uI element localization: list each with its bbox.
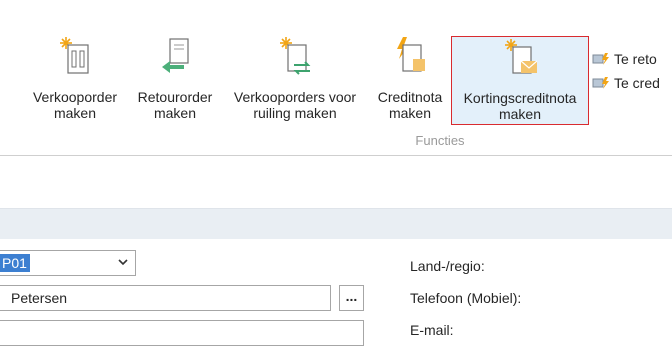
chevron-down-icon (118, 259, 128, 266)
small-button-return[interactable]: Te reto (592, 47, 660, 71)
ribbon-small-buttons: Te reto Te cred (592, 47, 660, 95)
new-document-icon (60, 37, 89, 74)
ribbon: Verkooporder maken Retourorder maken Verko… (0, 7, 672, 156)
code-select[interactable]: P01 (0, 250, 136, 276)
small-button-credit[interactable]: Te cred (592, 71, 660, 95)
create-return-order-button[interactable]: Retourorder maken (130, 35, 220, 129)
exchange-document-icon (280, 37, 311, 75)
document-lightning-icon (592, 77, 609, 89)
document-lightning-icon (592, 53, 609, 65)
create-exchange-sales-orders-button[interactable]: Verkooporders voor ruiling maken (222, 35, 368, 129)
create-sales-order-button[interactable]: Verkooporder maken (22, 35, 128, 129)
content-area (0, 156, 672, 208)
credit-memo-icon (397, 37, 425, 72)
section-header-band (0, 208, 672, 240)
country-label: Land-/regio: (410, 258, 485, 274)
create-discount-credit-memo-button[interactable]: Kortingscreditnota maken (451, 36, 589, 125)
select-value: P01 (0, 254, 30, 272)
name-field[interactable]: Petersen (0, 285, 331, 311)
ribbon-group-label: Functies (415, 133, 465, 148)
create-credit-memo-button[interactable]: Creditnota maken (370, 35, 450, 129)
address-field[interactable] (0, 320, 364, 346)
email-label: E-mail: (410, 322, 454, 338)
mobile-phone-label: Telefoon (Mobiel): (410, 290, 522, 306)
return-document-icon (162, 38, 189, 73)
discount-credit-memo-icon (505, 39, 537, 74)
lookup-button[interactable]: ... (339, 285, 364, 311)
